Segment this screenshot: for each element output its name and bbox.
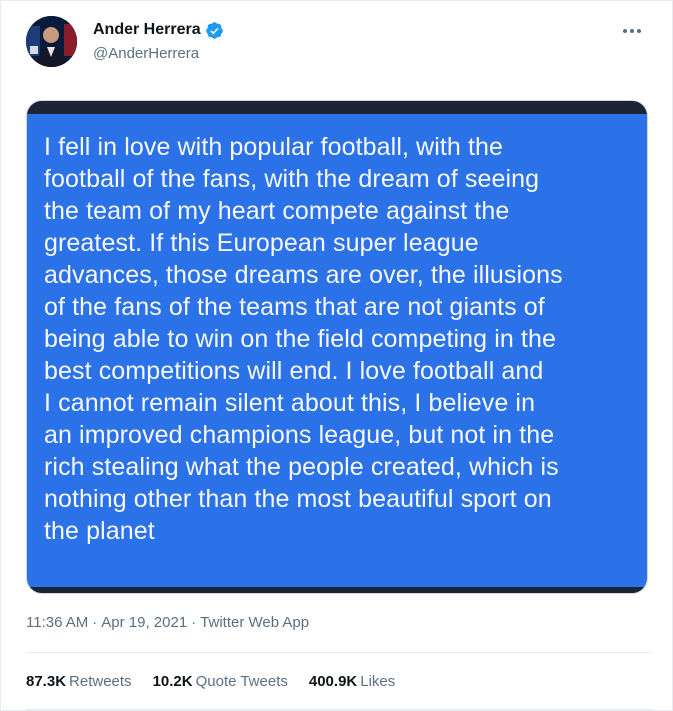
tweet-card: Ander Herrera @AnderHerrera I fell in lo… <box>0 0 673 711</box>
quote-tweets-stat[interactable]: 10.2K Quote Tweets <box>153 673 288 690</box>
author-names: Ander Herrera @AnderHerrera <box>93 19 224 65</box>
likes-label: Likes <box>360 673 396 690</box>
divider <box>26 709 652 710</box>
meta-separator: · <box>191 614 197 631</box>
tweet-source[interactable]: Twitter Web App <box>200 614 309 631</box>
tweet-image[interactable]: I fell in love with popular football, wi… <box>26 100 648 594</box>
image-bottom-bar <box>27 587 647 593</box>
likes-count: 400.9K <box>308 673 358 690</box>
display-name[interactable]: Ander Herrera <box>93 19 201 41</box>
image-top-bar <box>27 101 647 114</box>
retweets-stat[interactable]: 87.3K Retweets <box>26 673 132 690</box>
meta-separator: · <box>92 614 98 631</box>
tweet-time[interactable]: 11:36 AM <box>26 614 88 631</box>
retweets-count: 87.3K <box>26 673 67 690</box>
more-icon[interactable] <box>618 19 646 43</box>
avatar[interactable] <box>26 16 77 67</box>
divider <box>26 652 652 653</box>
tweet-date[interactable]: Apr 19, 2021 <box>101 614 187 631</box>
likes-stat[interactable]: 400.9K Likes <box>309 673 395 690</box>
tweet-stats: 87.3K Retweets 10.2K Quote Tweets 400.9K Li… <box>26 673 395 690</box>
retweets-label: Retweets <box>69 673 132 690</box>
tweet-meta: 11:36 AM · Apr 19, 2021 · Twitter Web App <box>26 614 309 631</box>
quotes-count: 10.2K <box>152 673 193 690</box>
verified-badge-icon <box>205 21 224 40</box>
author-handle[interactable]: @AnderHerrera <box>93 43 224 65</box>
tweet-header: Ander Herrera @AnderHerrera <box>26 15 652 71</box>
quotes-label: Quote Tweets <box>195 673 288 690</box>
image-text: I fell in love with popular football, wi… <box>44 133 563 545</box>
